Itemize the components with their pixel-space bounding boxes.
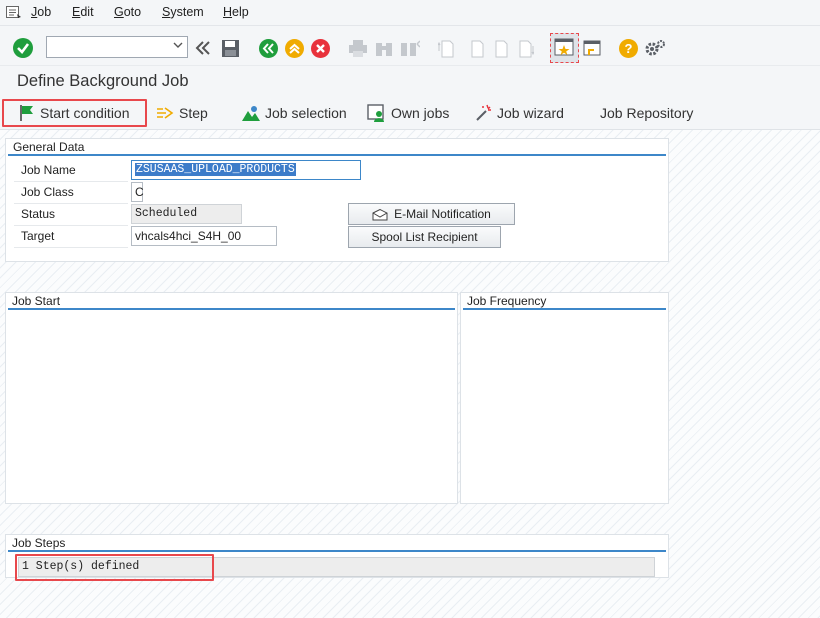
menu-edit[interactable]: Edit <box>72 5 94 19</box>
back-icon[interactable] <box>259 39 278 58</box>
job-name-label: Job Name <box>14 160 128 182</box>
chevron-down-icon[interactable] <box>173 40 183 50</box>
status-value: Scheduled <box>135 207 198 220</box>
command-field[interactable] <box>46 36 188 58</box>
own-jobs-icon <box>367 104 386 122</box>
spool-list-recipient-label: Spool List Recipient <box>371 230 478 244</box>
job-repository-button[interactable]: Job Repository <box>600 104 693 124</box>
shortcut-icon[interactable] <box>583 39 601 58</box>
job-name-field[interactable]: ZSUSAAS_UPLOAD_PRODUCTS <box>131 160 361 180</box>
general-data-title: General Data <box>13 140 85 154</box>
target-value: vhcals4hci_S4H_00 <box>135 229 242 243</box>
job-class-label: Job Class <box>14 182 128 204</box>
own-jobs-button[interactable]: Own jobs <box>367 104 449 124</box>
start-condition-label: Start condition <box>40 105 130 121</box>
flag-icon <box>18 104 36 122</box>
enter-check-icon[interactable] <box>13 38 33 58</box>
job-wizard-button[interactable]: Job wizard <box>474 104 564 124</box>
spool-list-recipient-button[interactable]: Spool List Recipient <box>348 226 501 248</box>
cancel-icon[interactable] <box>311 39 330 58</box>
menu-goto[interactable]: Goto <box>114 5 141 19</box>
step-button[interactable]: Step <box>156 104 208 124</box>
status-label: Status <box>14 204 128 226</box>
email-notification-button[interactable]: E-Mail Notification <box>348 203 515 225</box>
menu-job[interactable]: Job <box>31 5 51 19</box>
general-data-divider <box>8 154 666 156</box>
menu-help[interactable]: Help <box>223 5 249 19</box>
own-jobs-label: Own jobs <box>391 105 450 121</box>
page-title: Define Background Job <box>17 72 189 90</box>
job-steps-title: Job Steps <box>12 536 66 550</box>
previous-page-icon <box>468 40 484 58</box>
exit-icon[interactable] <box>285 39 304 58</box>
save-icon[interactable] <box>221 39 240 58</box>
job-frequency-panel <box>460 292 669 504</box>
last-page-icon <box>516 40 534 58</box>
job-steps-divider <box>8 550 666 552</box>
magic-wand-icon <box>474 104 492 122</box>
job-selection-label: Job selection <box>265 105 347 121</box>
start-condition-button[interactable]: Start condition <box>18 104 130 124</box>
find-next-icon <box>400 40 420 57</box>
job-class-field[interactable]: C <box>131 182 144 202</box>
envelope-icon <box>372 208 388 221</box>
create-session-icon[interactable] <box>550 33 579 63</box>
job-repository-label: Job Repository <box>600 105 694 121</box>
menu-system[interactable]: System <box>162 5 204 19</box>
system-menu-icon[interactable] <box>6 6 21 19</box>
job-steps-highlight <box>15 554 214 581</box>
help-icon[interactable]: ? <box>619 39 638 58</box>
job-selection-button[interactable]: Job selection <box>241 104 347 124</box>
job-start-panel <box>5 292 458 504</box>
job-class-value: C <box>135 185 144 199</box>
first-page-icon <box>438 40 454 58</box>
target-label: Target <box>14 226 128 248</box>
step-label: Step <box>179 105 208 121</box>
email-notification-label: E-Mail Notification <box>394 207 491 221</box>
status-field: Scheduled <box>131 204 242 224</box>
step-arrow-icon <box>156 105 174 121</box>
job-name-value: ZSUSAAS_UPLOAD_PRODUCTS <box>135 163 296 176</box>
job-start-divider <box>8 308 455 310</box>
gear-icon[interactable] <box>644 38 666 58</box>
job-frequency-divider <box>463 308 666 310</box>
job-wizard-label: Job wizard <box>497 105 564 121</box>
target-field[interactable]: vhcals4hci_S4H_00 <box>131 226 277 246</box>
job-selection-icon <box>241 105 261 122</box>
next-page-icon <box>492 40 508 58</box>
job-start-title: Job Start <box>12 294 61 308</box>
job-frequency-title: Job Frequency <box>467 294 547 308</box>
find-icon <box>374 40 394 57</box>
print-icon <box>348 40 368 57</box>
collapse-toolbar-icon[interactable] <box>194 39 212 57</box>
